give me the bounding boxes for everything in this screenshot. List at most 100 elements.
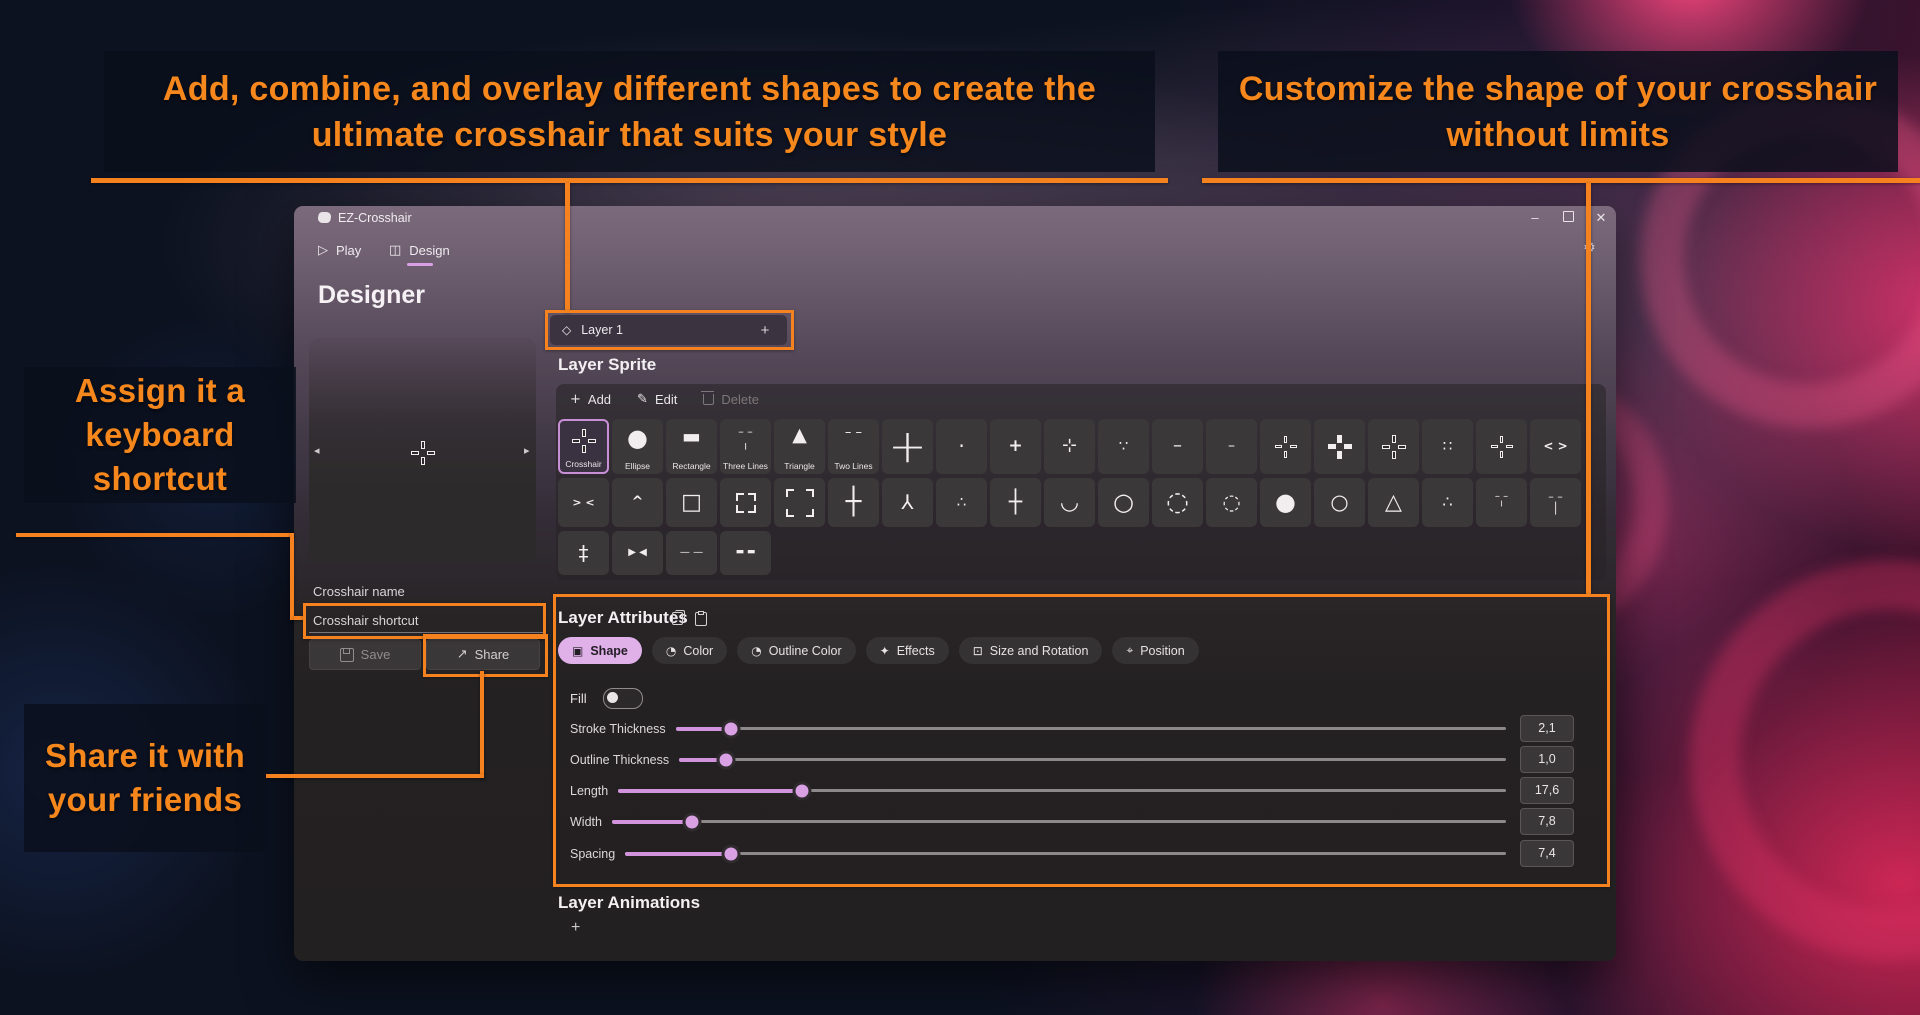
sprite-three-dots[interactable]: ∵ bbox=[1098, 419, 1149, 474]
sprite-triangle-dotted[interactable]: ∴ bbox=[1422, 478, 1473, 527]
sprite-triangle-outline[interactable]: △ bbox=[1368, 478, 1419, 527]
sprite-cross-tee-ends-2-icon: ┼ bbox=[1009, 491, 1022, 514]
sprite-tri-prong-dotted-icon: ∴ bbox=[957, 495, 967, 511]
minimize-button[interactable]: – bbox=[1520, 210, 1550, 225]
add-icon: + bbox=[570, 392, 581, 407]
sprite-shrink-arrows[interactable]: ⊹ bbox=[1044, 419, 1095, 474]
sprite-circle-outline[interactable]: ○ bbox=[1098, 478, 1149, 527]
sprite-crosshair-gap-thin[interactable] bbox=[1260, 419, 1311, 474]
sprite-rectangle[interactable]: ▬Rectangle bbox=[666, 419, 717, 474]
sprite-tri-prong-icon: ⅄ bbox=[901, 492, 913, 513]
maximize-icon bbox=[1563, 211, 1574, 222]
sprite-plus-large[interactable]: + bbox=[882, 419, 933, 474]
sprite-three-lines-label: Three Lines bbox=[720, 461, 771, 471]
sprite-angle-brackets-icon: < > bbox=[1543, 440, 1567, 453]
callout-top-right: Customize the shape of your crosshair wi… bbox=[1218, 51, 1898, 172]
sprite-two-dashes-thin[interactable]: — — bbox=[666, 531, 717, 575]
sprite-tee-small-icon: – – ╵ bbox=[1495, 492, 1508, 513]
sprite-dash-icon: – bbox=[1173, 437, 1182, 456]
sprite-dash[interactable]: – bbox=[1152, 419, 1203, 474]
save-button[interactable]: Save bbox=[309, 639, 421, 670]
sprite-cross-tee-ends-2[interactable]: ┼ bbox=[990, 478, 1041, 527]
sprite-three-lines[interactable]: – – ╷ Three Lines bbox=[720, 419, 771, 474]
callout-assign-shortcut: Assign it a keyboard shortcut bbox=[24, 367, 296, 503]
add-animation-button[interactable]: + bbox=[571, 919, 580, 937]
sprite-crosshair-dotted-icon: ∷ bbox=[1443, 439, 1453, 455]
stage: EZ-Crosshair – ✕ ▷ Play ◫ Design Designe… bbox=[0, 0, 1920, 1015]
preview-prev-arrow[interactable]: ◂ bbox=[314, 444, 320, 457]
edit-icon: ✎ bbox=[637, 392, 648, 407]
sprite-tee-large-icon: – – │ bbox=[1548, 491, 1563, 514]
sprite-tri-prong-dotted[interactable]: ∴ bbox=[936, 478, 987, 527]
crosshair-name-input[interactable] bbox=[309, 580, 545, 604]
tab-play[interactable]: ▷ Play bbox=[318, 243, 361, 258]
sprite-shrink-arrows-icon: ⊹ bbox=[1062, 437, 1077, 456]
sprite-circle-thin[interactable]: ○ bbox=[1314, 478, 1365, 527]
active-tab-underline bbox=[407, 263, 433, 266]
sprite-arc-bottom-icon: ◡ bbox=[1060, 491, 1079, 514]
sprite-rectangle-icon: ▬ bbox=[682, 426, 701, 447]
sprite-crosshair-gap-bold[interactable] bbox=[1314, 419, 1365, 474]
sprite-two-lines[interactable]: – –Two Lines bbox=[828, 419, 879, 474]
sprite-crosshair-gap-tall[interactable] bbox=[1476, 419, 1527, 474]
sprite-caret[interactable]: ^ bbox=[612, 478, 663, 527]
sprite-triangle-icon: ▲ bbox=[792, 426, 807, 446]
page-title: Designer bbox=[318, 281, 425, 310]
sprite-plus-large-icon: + bbox=[888, 422, 927, 470]
sprite-crosshair-gap-thin-icon bbox=[1273, 434, 1298, 459]
sprite-two-lines-icon: – – bbox=[845, 426, 862, 440]
sprite-plus-small[interactable]: + bbox=[990, 419, 1041, 474]
sprite-crosshair-dotted[interactable]: ∷ bbox=[1422, 419, 1473, 474]
sprite-caret-icon: ^ bbox=[632, 495, 644, 510]
sprite-triangles-facing[interactable]: ▶ ◀ bbox=[612, 531, 663, 575]
sprite-angle-brackets[interactable]: < > bbox=[1530, 419, 1581, 474]
callout-underline-left bbox=[91, 178, 1168, 183]
connector-layer1 bbox=[565, 183, 570, 312]
sprite-arc-bottom[interactable]: ◡ bbox=[1044, 478, 1095, 527]
sprite-square-outline-icon: □ bbox=[681, 491, 702, 514]
sprite-corners-large[interactable] bbox=[774, 478, 825, 527]
connector-assign-h bbox=[16, 533, 294, 537]
sprite-triangle-dotted-icon: ∴ bbox=[1442, 494, 1452, 511]
layer-sprite-title: Layer Sprite bbox=[558, 355, 656, 375]
callout-share-friends: Share it with your friends bbox=[24, 704, 266, 852]
sprite-two-dashes-thick[interactable]: ▬ ▬ bbox=[720, 531, 771, 575]
sprite-circle-dotted[interactable]: ◌ bbox=[1206, 478, 1257, 527]
sprite-brackets-inward[interactable]: > < bbox=[558, 478, 609, 527]
sprite-corners-small[interactable] bbox=[720, 478, 771, 527]
sprite-tri-prong[interactable]: ⅄ bbox=[882, 478, 933, 527]
sprite-triangle-label: Triangle bbox=[774, 461, 825, 471]
tab-design[interactable]: ◫ Design bbox=[389, 243, 450, 258]
sprite-cross-tee-ends[interactable]: ┼ bbox=[828, 478, 879, 527]
preview-next-arrow[interactable]: ▸ bbox=[524, 444, 530, 457]
sprite-circle-dashed[interactable]: ◌ bbox=[1152, 478, 1203, 527]
sprite-ruler-vertical[interactable]: ‡ bbox=[558, 531, 609, 575]
sprite-triangle[interactable]: ▲ Triangle bbox=[774, 419, 825, 474]
sprite-tee-large[interactable]: – – │ bbox=[1530, 478, 1581, 527]
sprite-ellipse[interactable]: ●Ellipse bbox=[612, 419, 663, 474]
maximize-button[interactable] bbox=[1553, 210, 1583, 225]
delete-label: Delete bbox=[721, 392, 759, 407]
sprite-three-lines-icon: – – ╷ bbox=[738, 426, 753, 449]
sprite-square-outline[interactable]: □ bbox=[666, 478, 717, 527]
sprite-dot[interactable]: · bbox=[936, 419, 987, 474]
edit-sprite-button[interactable]: ✎Edit bbox=[637, 392, 677, 407]
sprite-grid-row-3: ‡▶ ◀— —▬ ▬ bbox=[558, 531, 771, 575]
sprite-crosshair-gap-tall-icon bbox=[1489, 434, 1514, 459]
sprite-crosshair[interactable]: Crosshair bbox=[558, 419, 609, 474]
sprite-tee-small[interactable]: – – ╵ bbox=[1476, 478, 1527, 527]
sprite-circle-filled[interactable]: ● bbox=[1260, 478, 1311, 527]
add-sprite-button[interactable]: +Add bbox=[570, 392, 611, 407]
tab-design-label: Design bbox=[409, 243, 449, 258]
sprite-ellipse-icon: ● bbox=[627, 426, 648, 451]
highlight-attributes bbox=[553, 594, 1610, 887]
connector-share-v bbox=[480, 671, 484, 778]
save-icon bbox=[340, 648, 354, 662]
layer-animations-title: Layer Animations bbox=[558, 893, 700, 913]
sprite-dash-small[interactable]: – bbox=[1206, 419, 1257, 474]
window-title: EZ-Crosshair bbox=[338, 211, 412, 225]
sprite-circle-outline-icon: ○ bbox=[1113, 490, 1134, 515]
tab-play-label: Play bbox=[336, 243, 361, 258]
highlight-layer1 bbox=[545, 310, 794, 350]
sprite-crosshair-gap-med[interactable] bbox=[1368, 419, 1419, 474]
